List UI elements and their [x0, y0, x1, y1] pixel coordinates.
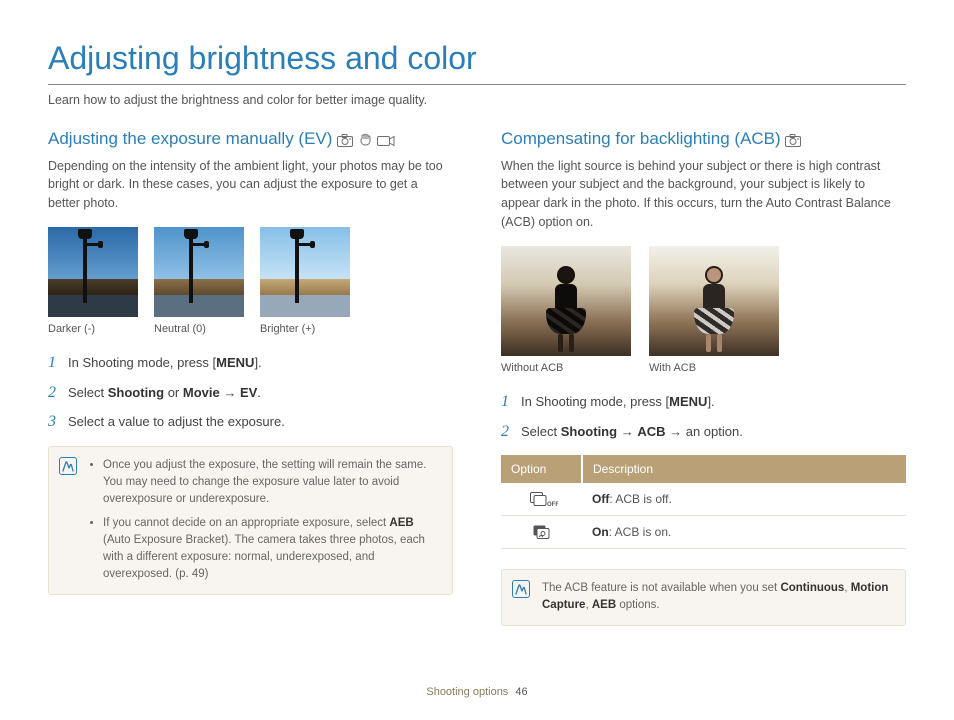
ev-caption-darker: Darker (-) [48, 321, 138, 338]
title-rule [48, 84, 906, 85]
row-on-desc: On: ACB is on. [582, 516, 906, 549]
section-exposure: Adjusting the exposure manually (EV) Dep… [48, 128, 453, 626]
ev-step-1: In Shooting mode, press [MENU]. [48, 353, 453, 373]
acb-caption-without: Without ACB [501, 360, 631, 377]
ev-caption-brighter: Brighter (+) [260, 321, 350, 338]
section-acb: Compensating for backlighting (ACB) When… [501, 128, 906, 626]
heading-acb-text: Compensating for backlighting (ACB) [501, 129, 781, 148]
acb-off-icon: OFF [530, 492, 558, 506]
ev-note: Once you adjust the exposure, the settin… [48, 446, 453, 595]
acb-step-2: Select Shooting → ACB → an option. [501, 422, 906, 442]
menu-label: MENU [669, 394, 707, 409]
note-icon [512, 580, 530, 598]
acb-note: The ACB feature is not available when yo… [501, 569, 906, 626]
ev-example-darker: Darker (-) [48, 227, 138, 338]
ev-step-2: Select Shooting or Movie → EV. [48, 383, 453, 403]
video-icon [377, 135, 395, 147]
hand-icon [358, 133, 372, 147]
acb-caption-with: With ACB [649, 360, 779, 377]
camera-icon [785, 134, 801, 147]
ev-examples: Darker (-) Neutral (0) [48, 227, 453, 338]
acb-examples: Without ACB With ACB [501, 246, 906, 377]
page-footer: Shooting options 46 [0, 684, 954, 701]
acb-example-without: Without ACB [501, 246, 631, 377]
ev-steps: In Shooting mode, press [MENU]. Select S… [48, 353, 453, 432]
acb-on-icon [533, 525, 555, 539]
ev-example-neutral: Neutral (0) [154, 227, 244, 338]
heading-acb: Compensating for backlighting (ACB) [501, 128, 906, 151]
th-option: Option [501, 455, 582, 483]
camera-icon [337, 134, 353, 147]
table-row: OFF Off: ACB is off. [501, 483, 906, 516]
menu-label: MENU [216, 355, 254, 370]
page-subtitle: Learn how to adjust the brightness and c… [48, 91, 906, 110]
acb-options-table: Option Description OFF Off: ACB is off. [501, 455, 906, 549]
ev-note-item-2: If you cannot decide on an appropriate e… [103, 515, 440, 584]
page-number: 46 [515, 686, 527, 698]
ev-note-item-1: Once you adjust the exposure, the settin… [103, 457, 440, 509]
table-row: On: ACB is on. [501, 516, 906, 549]
acb-example-with: With ACB [649, 246, 779, 377]
page-title: Adjusting brightness and color [48, 34, 906, 82]
heading-ev-text: Adjusting the exposure manually (EV) [48, 129, 332, 148]
ev-body: Depending on the intensity of the ambien… [48, 157, 453, 213]
acb-body: When the light source is behind your sub… [501, 157, 906, 232]
svg-text:OFF: OFF [547, 502, 558, 508]
ev-step-3: Select a value to adjust the exposure. [48, 412, 453, 432]
note-icon [59, 457, 77, 475]
th-description: Description [582, 455, 906, 483]
ev-caption-neutral: Neutral (0) [154, 321, 244, 338]
heading-ev: Adjusting the exposure manually (EV) [48, 128, 453, 151]
acb-steps: In Shooting mode, press [MENU]. Select S… [501, 392, 906, 441]
row-off-desc: Off: ACB is off. [582, 483, 906, 516]
acb-step-1: In Shooting mode, press [MENU]. [501, 392, 906, 412]
ev-example-brighter: Brighter (+) [260, 227, 350, 338]
footer-section: Shooting options [426, 686, 508, 698]
